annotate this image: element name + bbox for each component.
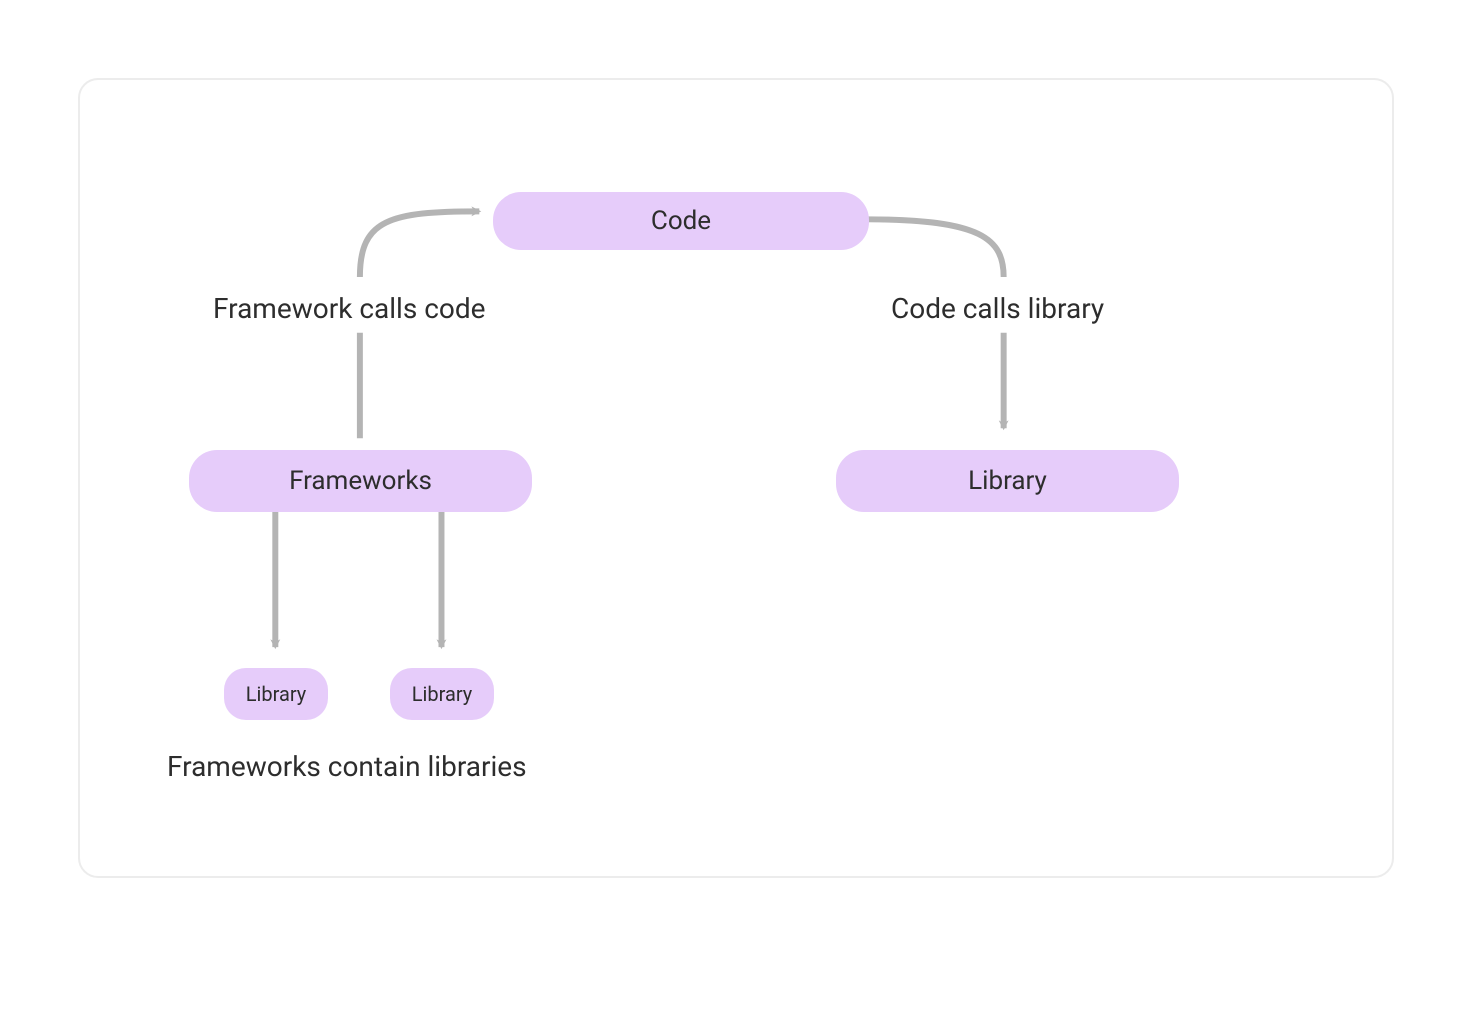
node-library-small-2: Library — [390, 668, 494, 720]
node-code: Code — [493, 192, 869, 250]
label-frameworks-contain: Frameworks contain libraries — [167, 750, 527, 783]
node-library: Library — [836, 450, 1179, 512]
node-frameworks: Frameworks — [189, 450, 532, 512]
node-library-small-1: Library — [224, 668, 328, 720]
label-code-calls-library: Code calls library — [891, 292, 1104, 325]
node-library-small-1-label: Library — [246, 682, 307, 706]
label-framework-calls-code: Framework calls code — [213, 292, 486, 325]
diagram-frame: Code Framework calls code Code calls lib… — [78, 78, 1394, 878]
node-code-label: Code — [651, 206, 711, 236]
node-library-label: Library — [968, 466, 1047, 496]
node-frameworks-label: Frameworks — [289, 466, 432, 496]
node-library-small-2-label: Library — [412, 682, 473, 706]
